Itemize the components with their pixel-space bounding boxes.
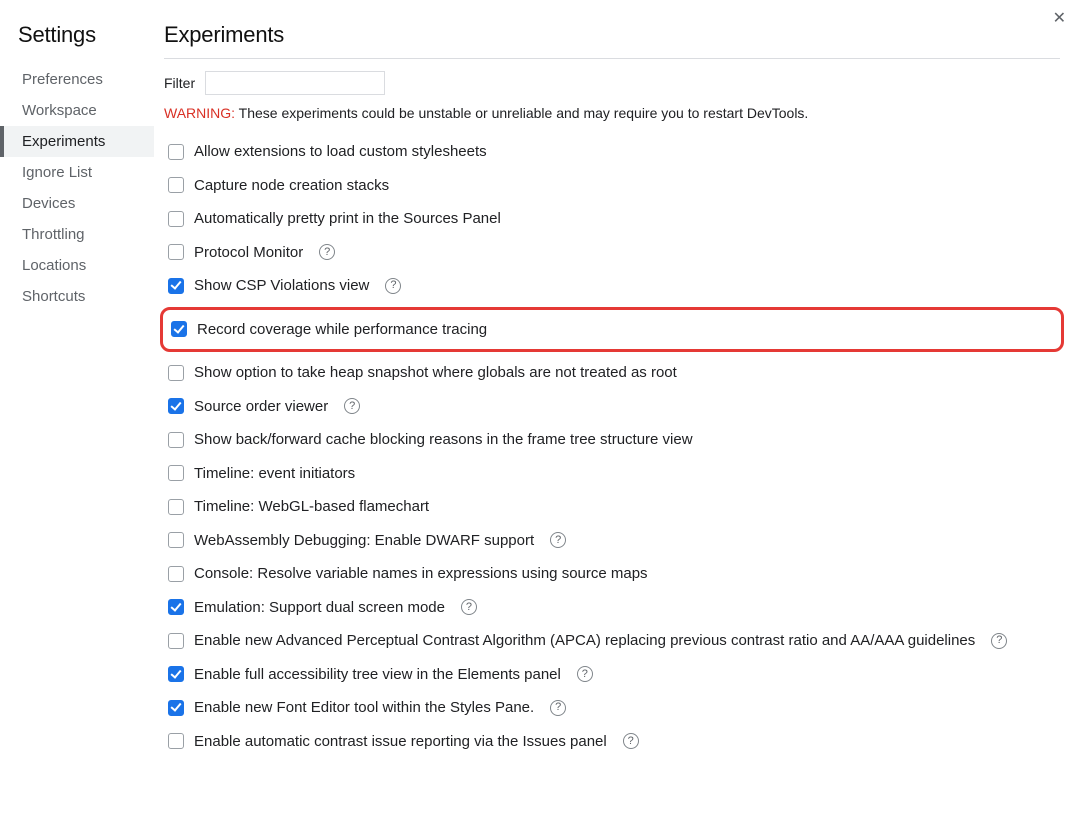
experiment-checkbox[interactable] (168, 633, 184, 649)
filter-label: Filter (164, 75, 195, 91)
experiment-checkbox[interactable] (168, 177, 184, 193)
experiment-checkbox[interactable] (168, 144, 184, 160)
help-icon[interactable]: ? (550, 532, 566, 548)
experiment-row: Capture node creation stacks (164, 169, 1060, 203)
experiment-row: Protocol Monitor? (164, 236, 1060, 270)
experiment-row: Enable automatic contrast issue reportin… (164, 725, 1060, 759)
experiment-checkbox[interactable] (168, 566, 184, 582)
experiment-checkbox[interactable] (168, 398, 184, 414)
experiment-checkbox[interactable] (168, 599, 184, 615)
experiment-checkbox[interactable] (168, 532, 184, 548)
experiment-label: Show back/forward cache blocking reasons… (194, 430, 693, 450)
settings-layout: Settings PreferencesWorkspaceExperiments… (0, 0, 1080, 833)
sidebar-item-locations[interactable]: Locations (0, 250, 154, 281)
experiment-label: Show CSP Violations view (194, 276, 369, 296)
sidebar-title: Settings (8, 18, 154, 64)
experiment-checkbox[interactable] (168, 733, 184, 749)
experiment-checkbox[interactable] (168, 432, 184, 448)
experiment-label: Enable full accessibility tree view in t… (194, 665, 561, 685)
help-icon[interactable]: ? (319, 244, 335, 260)
close-icon[interactable]: ✕ (1053, 8, 1066, 28)
page-title: Experiments (164, 18, 1060, 58)
help-icon[interactable]: ? (385, 278, 401, 294)
experiment-label: Allow extensions to load custom styleshe… (194, 142, 487, 162)
experiment-checkbox[interactable] (168, 465, 184, 481)
experiment-row: Source order viewer? (164, 390, 1060, 424)
experiment-label: Source order viewer (194, 397, 328, 417)
experiment-row: Timeline: event initiators (164, 457, 1060, 491)
experiment-row: Enable full accessibility tree view in t… (164, 658, 1060, 692)
sidebar-item-preferences[interactable]: Preferences (0, 64, 154, 95)
filter-input[interactable] (205, 71, 385, 95)
experiment-checkbox[interactable] (168, 365, 184, 381)
experiment-label: Automatically pretty print in the Source… (194, 209, 501, 229)
experiment-row: WebAssembly Debugging: Enable DWARF supp… (164, 524, 1060, 558)
experiment-label: Enable new Advanced Perceptual Contrast … (194, 631, 975, 651)
experiment-row: Show CSP Violations view? (164, 269, 1060, 303)
experiment-row: Show back/forward cache blocking reasons… (164, 423, 1060, 457)
sidebar-item-shortcuts[interactable]: Shortcuts (0, 281, 154, 312)
experiment-row: Enable new Advanced Perceptual Contrast … (164, 624, 1060, 658)
experiments-list: Allow extensions to load custom styleshe… (164, 135, 1060, 758)
experiment-checkbox[interactable] (168, 278, 184, 294)
experiment-row: Show option to take heap snapshot where … (164, 356, 1060, 390)
sidebar-item-workspace[interactable]: Workspace (0, 95, 154, 126)
experiment-label: Timeline: event initiators (194, 464, 355, 484)
experiment-checkbox[interactable] (168, 499, 184, 515)
experiment-checkbox[interactable] (168, 666, 184, 682)
experiment-checkbox[interactable] (168, 211, 184, 227)
sidebar-item-throttling[interactable]: Throttling (0, 219, 154, 250)
warning-label: WARNING: (164, 105, 235, 121)
experiment-label: Capture node creation stacks (194, 176, 389, 196)
experiment-label: Enable new Font Editor tool within the S… (194, 698, 534, 718)
help-icon[interactable]: ? (344, 398, 360, 414)
experiment-row: Enable new Font Editor tool within the S… (164, 691, 1060, 725)
experiment-row: Allow extensions to load custom styleshe… (164, 135, 1060, 169)
main-panel: Experiments Filter WARNING: These experi… (154, 18, 1080, 833)
help-icon[interactable]: ? (577, 666, 593, 682)
warning-text: These experiments could be unstable or u… (235, 105, 808, 121)
experiment-label: WebAssembly Debugging: Enable DWARF supp… (194, 531, 534, 551)
experiment-label: Console: Resolve variable names in expre… (194, 564, 648, 584)
experiment-row: Timeline: WebGL-based flamechart (164, 490, 1060, 524)
experiment-label: Enable automatic contrast issue reportin… (194, 732, 607, 752)
experiment-label: Emulation: Support dual screen mode (194, 598, 445, 618)
sidebar-item-experiments[interactable]: Experiments (0, 126, 154, 157)
sidebar-item-ignore-list[interactable]: Ignore List (0, 157, 154, 188)
experiment-row: Automatically pretty print in the Source… (164, 202, 1060, 236)
sidebar: Settings PreferencesWorkspaceExperiments… (0, 18, 154, 833)
sidebar-items: PreferencesWorkspaceExperimentsIgnore Li… (8, 64, 154, 312)
warning-line: WARNING: These experiments could be unst… (164, 105, 1060, 121)
experiment-label: Show option to take heap snapshot where … (194, 363, 677, 383)
experiment-checkbox[interactable] (168, 244, 184, 260)
sidebar-item-devices[interactable]: Devices (0, 188, 154, 219)
divider (164, 58, 1060, 59)
experiment-label: Timeline: WebGL-based flamechart (194, 497, 429, 517)
experiment-row: Record coverage while performance tracin… (160, 307, 1064, 353)
filter-row: Filter (164, 71, 1060, 95)
experiment-label: Record coverage while performance tracin… (197, 320, 487, 340)
experiment-checkbox[interactable] (171, 321, 187, 337)
help-icon[interactable]: ? (461, 599, 477, 615)
experiment-row: Emulation: Support dual screen mode? (164, 591, 1060, 625)
help-icon[interactable]: ? (550, 700, 566, 716)
experiment-row: Console: Resolve variable names in expre… (164, 557, 1060, 591)
experiment-label: Protocol Monitor (194, 243, 303, 263)
experiment-checkbox[interactable] (168, 700, 184, 716)
help-icon[interactable]: ? (623, 733, 639, 749)
help-icon[interactable]: ? (991, 633, 1007, 649)
